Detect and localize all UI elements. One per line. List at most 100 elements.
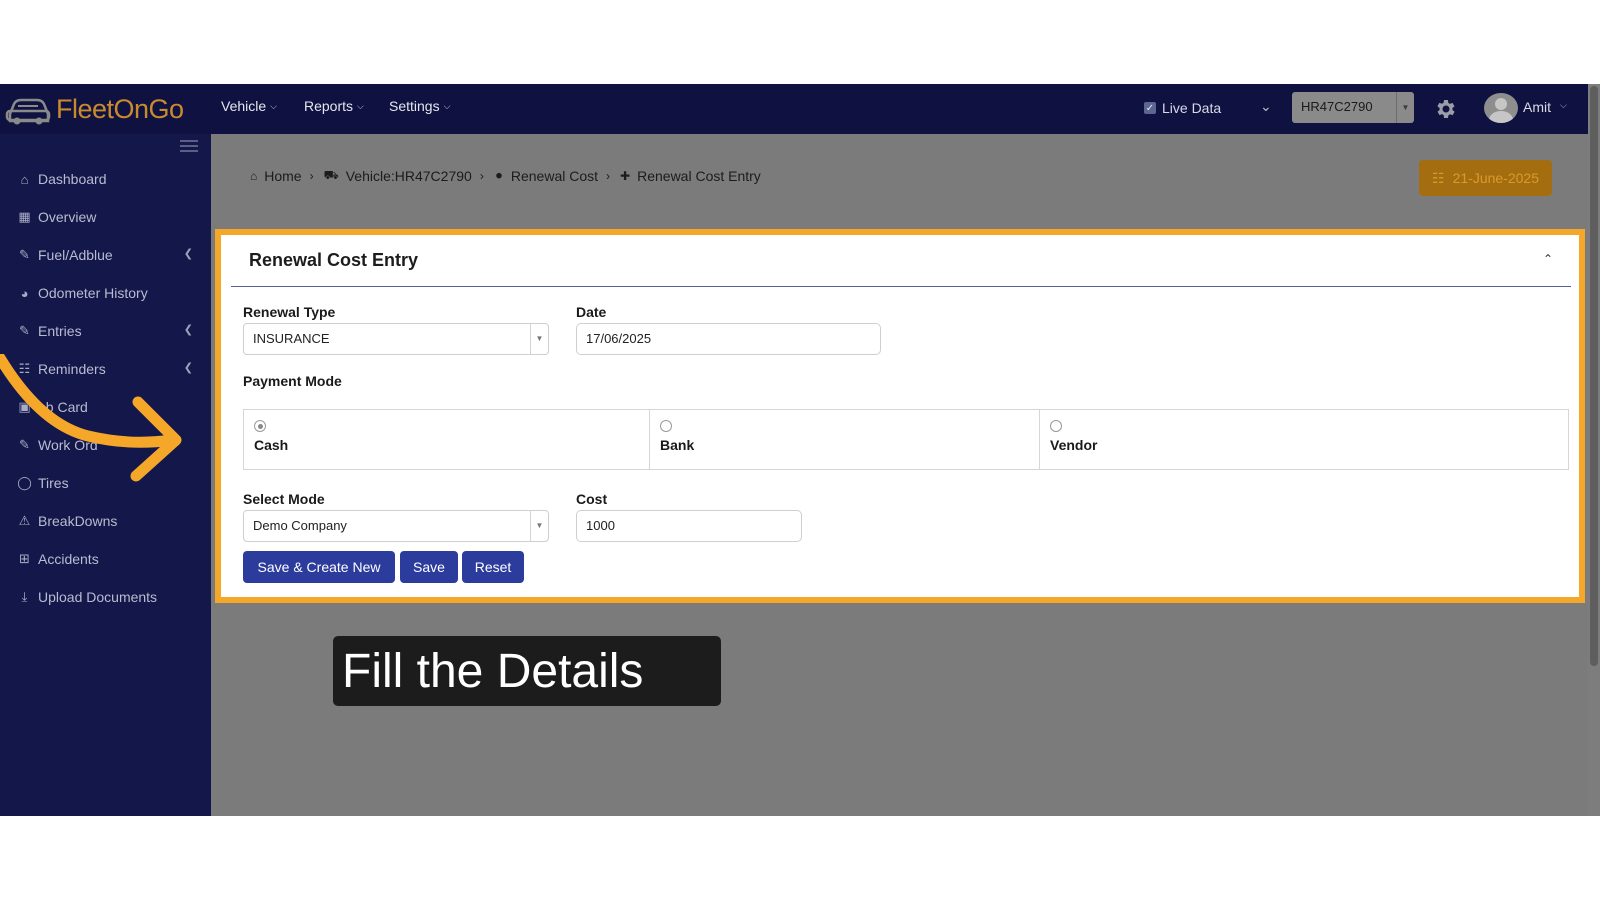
select-mode-value: Demo Company (253, 518, 347, 533)
live-data-label: Live Data (1162, 100, 1222, 116)
cost-field[interactable]: 1000 (576, 510, 802, 542)
nav-menu-vehicle[interactable]: Vehicle ⌵ (221, 98, 277, 114)
payment-option-label: Cash (254, 437, 289, 453)
plus-square-icon: ⊞ (19, 551, 30, 566)
vertical-scrollbar[interactable] (1588, 84, 1600, 816)
payment-option-cash[interactable]: Cash (244, 410, 650, 469)
chevron-up-icon[interactable]: ⌃ (1543, 252, 1553, 266)
date-badge-text: 21-June-2025 (1452, 170, 1539, 186)
breadcrumb-renewal-cost[interactable]: Renewal Cost (511, 168, 598, 184)
dropdown-arrow-icon: ▼ (1396, 92, 1414, 123)
select-mode-select[interactable]: Demo Company ▼ (243, 510, 549, 542)
payment-option-label: Bank (660, 437, 695, 453)
nav-menu-settings[interactable]: Settings ⌵ (389, 98, 450, 114)
nav-menu-label: Settings (389, 98, 440, 114)
hamburger-menu-icon[interactable] (180, 140, 198, 152)
cost-label: Cost (576, 491, 608, 507)
chevron-down-icon[interactable]: ⌄ (1260, 98, 1272, 115)
vehicle-select[interactable]: HR47C2790 ▼ (1292, 92, 1414, 123)
avatar-body (1489, 111, 1513, 123)
gear-icon[interactable] (1434, 97, 1458, 121)
chevron-down-icon: ⌵ (270, 100, 277, 111)
app-logo[interactable]: FleetOnGo (4, 90, 184, 128)
sidebar-item-breakdowns[interactable]: ⚠ BreakDowns (16, 510, 201, 532)
date-value: 17/06/2025 (586, 331, 652, 346)
drop-icon: ⚫ (493, 169, 504, 183)
sidebar-item-entries[interactable]: ✎ Entries ❮ (16, 320, 201, 342)
sidebar-item-label: BreakDowns (38, 513, 118, 529)
payment-mode-label: Payment Mode (243, 373, 342, 389)
grid-icon: ▦ (18, 209, 31, 224)
chevron-down-icon[interactable]: ⌵ (1560, 100, 1567, 111)
sidebar-item-label: Odometer History (38, 285, 148, 301)
gauge-icon: ◕ (20, 285, 29, 301)
breadcrumb-current: Renewal Cost Entry (637, 168, 761, 184)
nav-menu-label: Reports (304, 98, 354, 114)
download-icon: ⤓ (21, 589, 28, 604)
warning-icon: ⚠ (18, 513, 31, 528)
edit-icon: ✎ (19, 323, 30, 338)
card-header: Renewal Cost Entry ⌃ (231, 235, 1571, 287)
chevron-down-icon: ⌵ (357, 100, 364, 111)
renewal-type-value: INSURANCE (253, 331, 330, 346)
home-icon: ⌂ (250, 169, 258, 183)
nav-menu-reports[interactable]: Reports ⌵ (304, 98, 364, 114)
payment-option-bank[interactable]: Bank (650, 410, 1040, 469)
save-button[interactable]: Save (400, 551, 458, 583)
radio-icon[interactable] (1050, 420, 1062, 432)
top-navbar: FleetOnGo Vehicle ⌵ Reports ⌵ Settings ⌵ ✓ … (0, 84, 1588, 134)
edit-icon: ✎ (19, 247, 30, 262)
sidebar-item-label: Fuel/Adblue (38, 247, 113, 263)
logo-text: FleetOnGo (56, 93, 184, 124)
sidebar-item-upload-documents[interactable]: ⤓ Upload Documents (16, 586, 201, 608)
avatar-head (1495, 98, 1507, 110)
date-badge[interactable]: ☷ 21-June-2025 (1419, 160, 1552, 196)
checkbox-icon[interactable]: ✓ (1144, 102, 1156, 114)
date-field[interactable]: 17/06/2025 (576, 323, 881, 355)
breadcrumb: ⌂ Home › ⛟ Vehicle:HR47C2790 › ⚫ Renewal… (250, 168, 761, 184)
chevron-down-icon: ⌵ (443, 100, 451, 111)
sidebar-item-label: Upload Documents (38, 589, 158, 605)
payment-option-vendor[interactable]: Vendor (1040, 410, 1568, 469)
caption-text: Fill the Details (342, 644, 644, 698)
dropdown-arrow-icon: ▼ (530, 511, 548, 541)
chevron-right-icon: › (479, 169, 484, 183)
reset-button[interactable]: Reset (462, 551, 524, 583)
calendar-icon: ☷ (1432, 169, 1445, 186)
sidebar-item-overview[interactable]: ▦ Overview (16, 206, 201, 228)
renewal-type-select[interactable]: INSURANCE ▼ (243, 323, 549, 355)
card-title: Renewal Cost Entry (249, 250, 419, 270)
avatar[interactable] (1484, 93, 1518, 123)
sidebar-item-label: Overview (38, 209, 97, 225)
chevron-right-icon: › (309, 169, 314, 183)
tutorial-caption: Fill the Details (333, 636, 721, 706)
sidebar-item-label: Entries (38, 323, 82, 339)
save-create-new-button[interactable]: Save & Create New (243, 551, 395, 583)
pointer-arrow-icon (0, 354, 182, 482)
chevron-right-icon: › (606, 169, 611, 183)
radio-icon[interactable] (660, 420, 672, 432)
renewal-type-label: Renewal Type (243, 304, 336, 320)
chevron-left-icon: ❮ (183, 324, 193, 336)
dropdown-arrow-icon: ▼ (530, 324, 548, 354)
sidebar-item-dashboard[interactable]: ⌂ Dashboard (16, 168, 201, 190)
home-icon: ⌂ (20, 171, 29, 187)
plus-icon: ✚ (620, 169, 631, 183)
chevron-left-icon: ❮ (183, 248, 193, 260)
payment-mode-group: Cash Bank Vendor (243, 409, 1569, 470)
sidebar-item-label: Dashboard (38, 171, 107, 187)
sidebar-item-fuel-adblue[interactable]: ✎ Fuel/Adblue ❮ (16, 244, 201, 266)
live-data-toggle[interactable]: ✓ Live Data (1144, 100, 1221, 116)
user-name[interactable]: Amit (1523, 99, 1551, 115)
vehicle-select-value: HR47C2790 (1301, 99, 1373, 114)
sidebar-item-label: Accidents (38, 551, 99, 567)
breadcrumb-vehicle[interactable]: Vehicle:HR47C2790 (346, 168, 472, 184)
scrollbar-thumb[interactable] (1590, 86, 1598, 666)
sidebar-item-accidents[interactable]: ⊞ Accidents (16, 548, 201, 570)
breadcrumb-home[interactable]: Home (264, 168, 301, 184)
sidebar-item-odometer-history[interactable]: ◕ Odometer History (16, 282, 201, 304)
radio-selected-icon[interactable] (254, 420, 266, 432)
truck-icon: ⛟ (323, 168, 339, 182)
nav-menu-label: Vehicle (221, 98, 267, 114)
select-mode-label: Select Mode (243, 491, 325, 507)
